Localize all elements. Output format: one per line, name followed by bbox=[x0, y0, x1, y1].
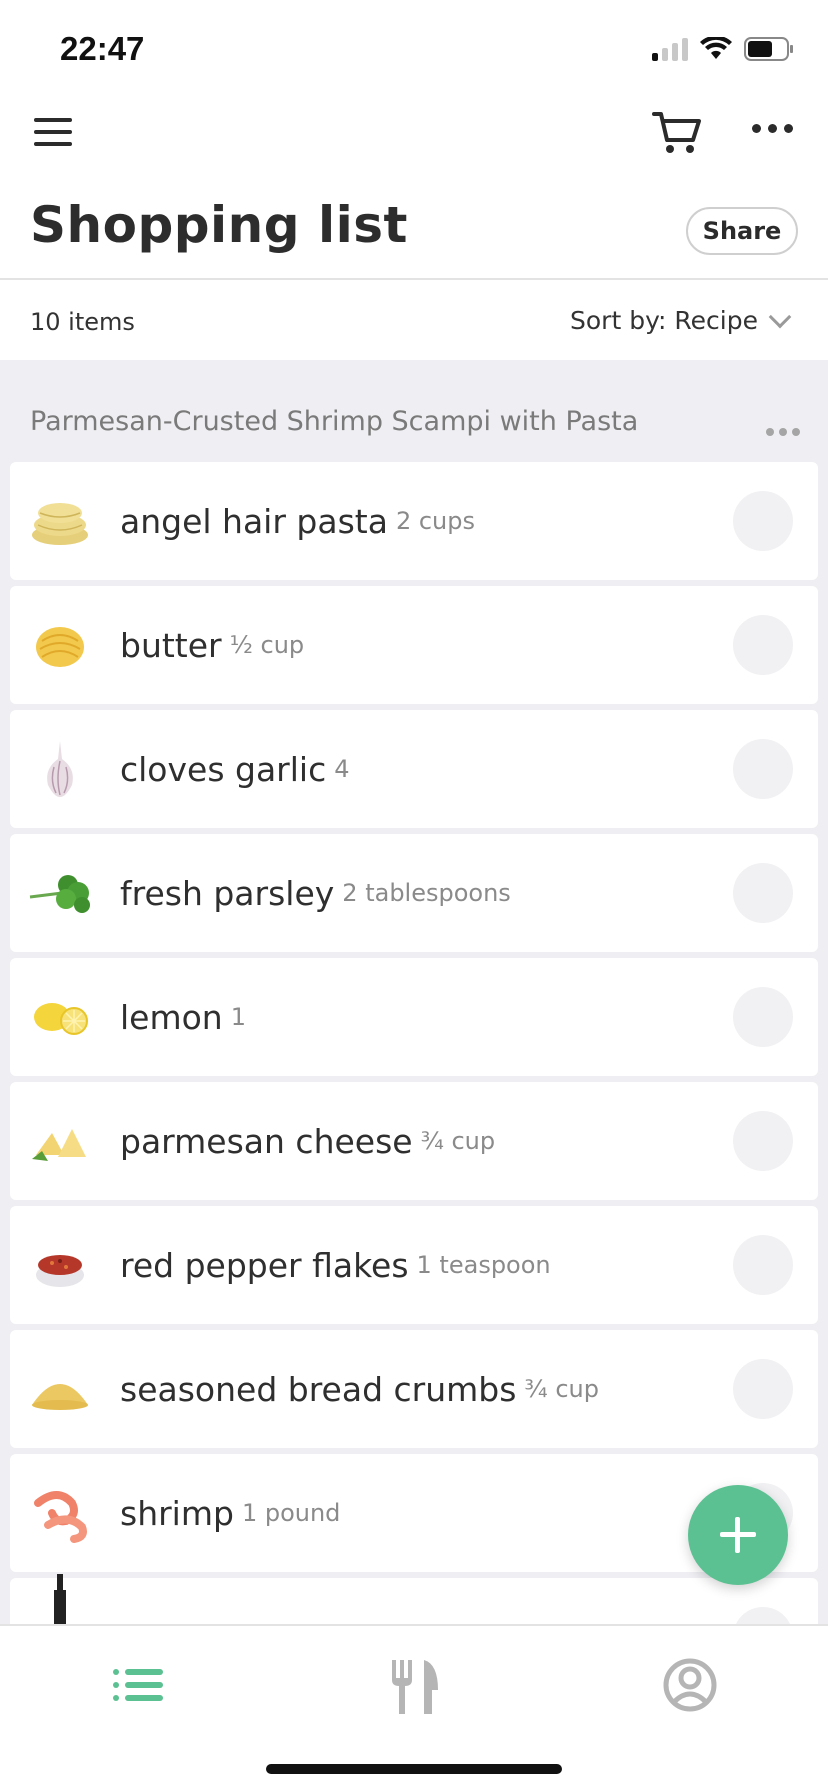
parsley-icon bbox=[29, 875, 90, 913]
status-time: 22:47 bbox=[60, 30, 145, 67]
bread-crumbs-icon bbox=[32, 1384, 88, 1410]
pasta-icon bbox=[32, 503, 88, 545]
list-toolbar: 10 items Sort by: Recipe bbox=[0, 280, 828, 360]
cheese-icon bbox=[32, 1129, 86, 1161]
list-item[interactable]: red pepper flakes 1 teaspoon bbox=[10, 1206, 818, 1324]
sort-label: Sort by: Recipe bbox=[570, 306, 758, 335]
chevron-down-icon bbox=[768, 305, 792, 328]
item-name: seasoned bread crumbs bbox=[120, 1369, 517, 1409]
item-name: red pepper flakes bbox=[120, 1245, 409, 1285]
share-button[interactable]: Share bbox=[686, 207, 798, 255]
item-name: shrimp bbox=[120, 1493, 234, 1533]
fork-knife-icon[interactable] bbox=[380, 1650, 450, 1720]
butter-icon bbox=[36, 627, 84, 667]
list-icon[interactable] bbox=[103, 1650, 173, 1720]
status-icons bbox=[652, 34, 794, 64]
item-checkbox[interactable] bbox=[733, 1111, 793, 1171]
hamburger-menu-icon[interactable] bbox=[34, 118, 72, 148]
section-more-icon[interactable] bbox=[766, 428, 800, 436]
item-quantity: ¾ cup bbox=[524, 1375, 599, 1403]
item-checkbox[interactable] bbox=[733, 1235, 793, 1295]
item-name: lemon bbox=[120, 997, 223, 1037]
page-title: Shopping list bbox=[30, 196, 408, 254]
item-quantity: 1 bbox=[230, 1003, 247, 1031]
item-quantity: 2 cups bbox=[395, 507, 475, 535]
more-horizontal-icon[interactable] bbox=[752, 124, 796, 140]
item-quantity: 1 teaspoon bbox=[416, 1251, 551, 1279]
list-item[interactable]: seasoned bread crumbs ¾ cup bbox=[10, 1330, 818, 1448]
item-name: butter bbox=[120, 625, 222, 665]
list-item[interactable] bbox=[10, 1574, 818, 1624]
wine-bottle-icon bbox=[54, 1574, 66, 1624]
item-name: parmesan cheese bbox=[120, 1121, 413, 1161]
list-item[interactable]: parmesan cheese ¾ cup bbox=[10, 1082, 818, 1200]
item-quantity: 2 tablespoons bbox=[342, 879, 511, 907]
item-quantity: ¾ cup bbox=[420, 1127, 496, 1155]
recipe-section-header: Parmesan-Crusted Shrimp Scampi with Past… bbox=[0, 360, 828, 462]
item-checkbox[interactable] bbox=[733, 987, 793, 1047]
item-checkbox[interactable] bbox=[733, 615, 793, 675]
item-quantity: ½ cup bbox=[229, 631, 305, 659]
item-name: cloves garlic bbox=[120, 749, 327, 789]
shopping-list[interactable]: Parmesan-Crusted Shrimp Scampi with Past… bbox=[0, 360, 828, 1624]
home-indicator[interactable] bbox=[266, 1764, 562, 1774]
list-item[interactable]: butter ½ cup bbox=[10, 586, 818, 704]
list-item[interactable]: fresh parsley 2 tablespoons bbox=[10, 834, 818, 952]
sort-dropdown[interactable]: Sort by: Recipe bbox=[570, 305, 792, 335]
list-item[interactable]: lemon 1 bbox=[10, 958, 818, 1076]
recipe-title: Parmesan-Crusted Shrimp Scampi with Past… bbox=[30, 406, 639, 437]
list-item[interactable]: cloves garlic 4 bbox=[10, 710, 818, 828]
item-quantity: 1 pound bbox=[241, 1499, 341, 1527]
item-checkbox[interactable] bbox=[733, 1607, 793, 1624]
lemon-icon bbox=[34, 1003, 88, 1035]
status-bar: 22:47 bbox=[0, 0, 828, 100]
item-checkbox[interactable] bbox=[733, 863, 793, 923]
user-circle-icon[interactable] bbox=[655, 1650, 725, 1720]
shrimp-icon bbox=[34, 1491, 87, 1543]
item-checkbox[interactable] bbox=[733, 491, 793, 551]
item-checkbox[interactable] bbox=[733, 1359, 793, 1419]
item-quantity: 4 bbox=[334, 755, 350, 783]
shopping-cart-icon[interactable] bbox=[652, 110, 702, 156]
item-count: 10 items bbox=[30, 308, 135, 336]
item-checkbox[interactable] bbox=[733, 739, 793, 799]
pepper-flakes-icon bbox=[36, 1255, 84, 1287]
list-item[interactable]: angel hair pasta 2 cups bbox=[10, 462, 818, 580]
add-item-button[interactable] bbox=[688, 1485, 788, 1585]
battery-icon bbox=[744, 37, 793, 61]
wifi-icon bbox=[700, 37, 732, 59]
item-name: angel hair pasta bbox=[120, 501, 388, 541]
top-navigation bbox=[0, 100, 828, 180]
signal-icon bbox=[652, 37, 688, 61]
garlic-icon bbox=[47, 741, 73, 797]
item-name: fresh parsley bbox=[120, 873, 335, 913]
